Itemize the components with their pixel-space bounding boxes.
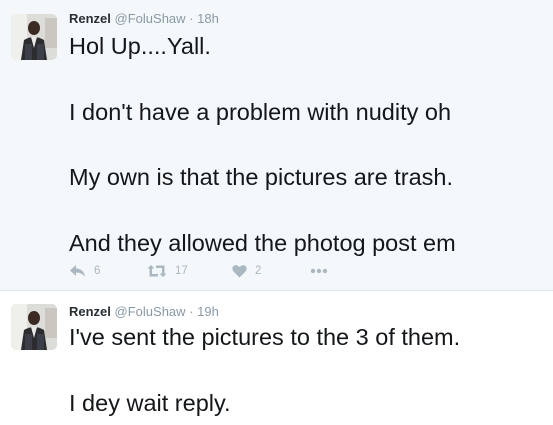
heart-icon xyxy=(232,265,247,278)
like-count: 2 xyxy=(255,265,262,277)
reply-icon xyxy=(70,265,85,277)
tweet[interactable]: Renzel @FoluShaw · 19h I've sent the pic… xyxy=(0,291,553,425)
reply-button[interactable]: 6 xyxy=(69,261,100,281)
timestamp[interactable]: 19h xyxy=(197,304,219,319)
reply-count: 6 xyxy=(94,265,101,277)
author-name[interactable]: Renzel xyxy=(69,304,111,319)
more-button[interactable] xyxy=(310,261,328,281)
tweet-text: Hol Up....Yall. I don't have a problem w… xyxy=(69,33,456,256)
avatar[interactable] xyxy=(11,304,57,350)
more-dots-icon xyxy=(310,268,328,274)
like-button[interactable]: 2 xyxy=(232,261,261,281)
tweet-header: Renzel @FoluShaw · 19h xyxy=(69,304,219,320)
author-handle[interactable]: @FoluShaw xyxy=(115,11,186,26)
separator-dot: · xyxy=(189,11,194,26)
retweet-icon xyxy=(147,265,167,277)
tweet-thread: Renzel @FoluShaw · 18h Hol Up....Yall. I… xyxy=(0,0,553,425)
author-handle[interactable]: @FoluShaw xyxy=(115,304,186,319)
tweet-text: I've sent the pictures to the 3 of them.… xyxy=(69,324,461,416)
tweet-actions: 6 17 2 xyxy=(69,261,369,281)
author-name[interactable]: Renzel xyxy=(69,11,111,26)
tweet[interactable]: Renzel @FoluShaw · 18h Hol Up....Yall. I… xyxy=(0,0,553,291)
avatar[interactable] xyxy=(11,14,57,60)
timestamp[interactable]: 18h xyxy=(197,11,219,26)
separator-dot: · xyxy=(189,304,194,319)
retweet-count: 17 xyxy=(175,265,188,277)
retweet-button[interactable]: 17 xyxy=(147,261,188,281)
tweet-header: Renzel @FoluShaw · 18h xyxy=(69,11,219,27)
